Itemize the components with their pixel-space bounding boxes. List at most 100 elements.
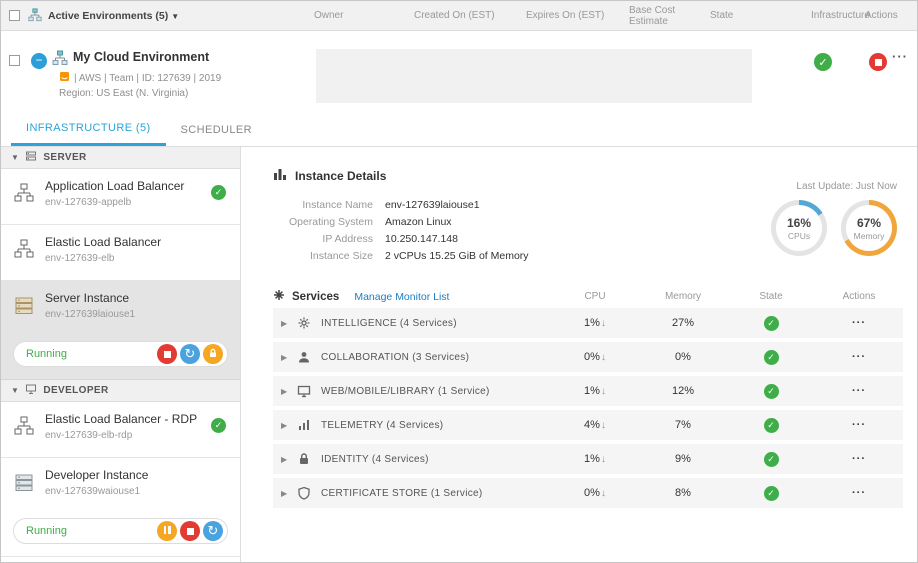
collapse-environment-button[interactable]: − — [31, 53, 47, 69]
cpu-gauge-value: 16% — [787, 216, 811, 230]
stop-instance-button[interactable] — [180, 521, 200, 541]
environment-meta: | AWS | Team | ID: 127639 | 2019 — [59, 71, 221, 85]
aws-icon — [59, 71, 70, 85]
instance-details-title: Instance Details — [295, 169, 386, 183]
instance-status-pill: Running ↻ — [13, 341, 228, 367]
service-name: INTELLIGENCE (4 Services) — [321, 318, 551, 329]
instance-details-panel: Instance Details Instance Name env-127639… — [241, 147, 917, 563]
expand-caret-icon[interactable]: ▶ — [281, 319, 297, 328]
service-name: IDENTITY (4 Services) — [321, 454, 551, 465]
lock-instance-button[interactable] — [203, 344, 223, 364]
manage-monitor-list-link[interactable]: Manage Monitor List — [354, 291, 449, 303]
services-icon — [273, 289, 285, 304]
developer-instance-status-row: Running ↻ — [1, 514, 240, 557]
restart-instance-button[interactable]: ↻ — [180, 344, 200, 364]
column-header-owner: Owner — [314, 10, 343, 21]
cpu-gauge: 16% CPUs — [771, 200, 827, 256]
row-actions-button[interactable]: ··· — [815, 351, 903, 363]
row-actions-button[interactable]: ··· — [815, 453, 903, 465]
tab-scheduler[interactable]: SCHEDULER — [166, 113, 267, 146]
restart-instance-button[interactable]: ↻ — [203, 521, 223, 541]
shield-icon — [297, 486, 321, 500]
state-cell: ✓ — [727, 384, 815, 399]
chevron-down-icon: ▼ — [171, 12, 179, 21]
status-running-label: Running — [26, 525, 67, 537]
service-name: COLLABORATION (3 Services) — [321, 352, 551, 363]
trend-down-icon: ↓ — [601, 488, 606, 499]
instance-size-value: 2 vCPUs 15.25 GiB of Memory — [385, 249, 529, 263]
row-actions-button[interactable]: ··· — [815, 487, 903, 499]
memory-value: 12% — [639, 385, 727, 397]
cloud-environment-app: Active Environments (5)▼ Owner Created O… — [0, 0, 918, 563]
people-icon — [297, 350, 321, 364]
sidebar-item-elastic-load-balancer[interactable]: Elastic Load Balancer env-127639-elb — [1, 225, 240, 281]
ip-address-value: 10.250.147.148 — [385, 232, 458, 246]
stop-instance-button[interactable] — [157, 344, 177, 364]
sidebar-section-developer[interactable]: ▼ DEVELOPER — [1, 380, 240, 402]
environment-icon — [52, 50, 68, 69]
environment-row[interactable]: − My Cloud Environment | AWS | Team | ID… — [1, 31, 917, 113]
memory-value: 9% — [639, 453, 727, 465]
developer-instance-icon — [13, 468, 45, 496]
service-name: WEB/MOBILE/LIBRARY (1 Service) — [321, 386, 551, 397]
environment-stop-button[interactable] — [869, 53, 887, 71]
expand-caret-icon[interactable]: ▶ — [281, 421, 297, 430]
server-section-icon — [25, 150, 37, 165]
load-balancer-icon — [13, 412, 45, 440]
select-all-checkbox[interactable] — [9, 10, 20, 21]
row-actions-button[interactable]: ··· — [815, 317, 903, 329]
bar-chart-icon — [273, 167, 287, 184]
state-ok-icon: ✓ — [764, 452, 779, 467]
pause-icon — [163, 525, 172, 537]
sidebar-item-elastic-load-balancer-rdp[interactable]: Elastic Load Balancer - RDP env-127639-e… — [1, 402, 240, 458]
item-title: Elastic Load Balancer — [45, 235, 161, 249]
refresh-icon: ↻ — [185, 346, 196, 362]
service-name: TELEMETRY (4 Services) — [321, 420, 551, 431]
item-title: Elastic Load Balancer - RDP — [45, 412, 197, 426]
expand-caret-icon[interactable]: ▶ — [281, 353, 297, 362]
server-instance-status-row: Running ↻ — [1, 337, 240, 380]
column-header-cpu: CPU — [551, 291, 639, 302]
row-actions-button[interactable]: ··· — [815, 385, 903, 397]
instance-name-value: env-127639laiouse1 — [385, 198, 480, 212]
tab-infrastructure[interactable]: INFRASTRUCTURE (5) — [11, 113, 166, 146]
row-actions-button[interactable]: ··· — [815, 419, 903, 431]
service-row-identity[interactable]: ▶ IDENTITY (4 Services) 1%↓ 9% ✓ ··· — [273, 444, 903, 474]
state-ok-icon: ✓ — [764, 350, 779, 365]
status-running-label: Running — [26, 348, 67, 360]
field-label: IP Address — [273, 232, 373, 246]
sidebar-item-application-load-balancer[interactable]: Application Load Balancer env-127639-app… — [1, 169, 240, 225]
expand-caret-icon[interactable]: ▶ — [281, 489, 297, 498]
trend-down-icon: ↓ — [601, 454, 606, 465]
state-ok-icon: ✓ — [211, 185, 226, 200]
expand-caret-icon[interactable]: ▶ — [281, 387, 297, 396]
service-row-web-mobile-library[interactable]: ▶ WEB/MOBILE/LIBRARY (1 Service) 1%↓ 12%… — [273, 376, 903, 406]
column-header-state: State — [710, 10, 733, 21]
environment-checkbox[interactable] — [9, 55, 20, 66]
trend-down-icon: ↓ — [601, 318, 606, 329]
pause-instance-button[interactable] — [157, 521, 177, 541]
state-ok-icon: ✓ — [764, 486, 779, 501]
service-row-certificate-store[interactable]: ▶ CERTIFICATE STORE (1 Service) 0%↓ 8% ✓… — [273, 478, 903, 508]
sidebar-item-server-instance[interactable]: Server Instance env-127639laiouse1 — [1, 281, 240, 337]
cpu-value: 4%↓ — [551, 419, 639, 431]
service-row-telemetry[interactable]: ▶ TELEMETRY (4 Services) 4%↓ 7% ✓ ··· — [273, 410, 903, 440]
expand-caret-icon[interactable]: ▶ — [281, 455, 297, 464]
service-row-collaboration[interactable]: ▶ COLLABORATION (3 Services) 0%↓ 0% ✓ ··… — [273, 342, 903, 372]
lock-icon — [208, 348, 218, 361]
column-header-cost: Base CostEstimate — [629, 5, 675, 27]
monitor-icon — [297, 384, 321, 398]
trend-down-icon: ↓ — [601, 352, 606, 363]
item-title: Application Load Balancer — [45, 179, 184, 193]
state-cell: ✓ — [727, 350, 815, 365]
service-row-intelligence[interactable]: ▶ INTELLIGENCE (4 Services) 1%↓ 27% ✓ ··… — [273, 308, 903, 338]
cpu-value: 1%↓ — [551, 385, 639, 397]
item-title: Developer Instance — [45, 468, 148, 482]
field-label: Instance Name — [273, 198, 373, 212]
active-environments-dropdown[interactable]: Active Environments (5)▼ — [48, 10, 179, 22]
environment-actions-button[interactable]: ··· — [892, 49, 908, 64]
gear-icon — [297, 316, 321, 330]
state-ok-icon: ✓ — [211, 418, 226, 433]
sidebar-item-developer-instance[interactable]: Developer Instance env-127639waiouse1 — [1, 458, 240, 514]
sidebar-section-server[interactable]: ▼ SERVER — [1, 147, 240, 169]
